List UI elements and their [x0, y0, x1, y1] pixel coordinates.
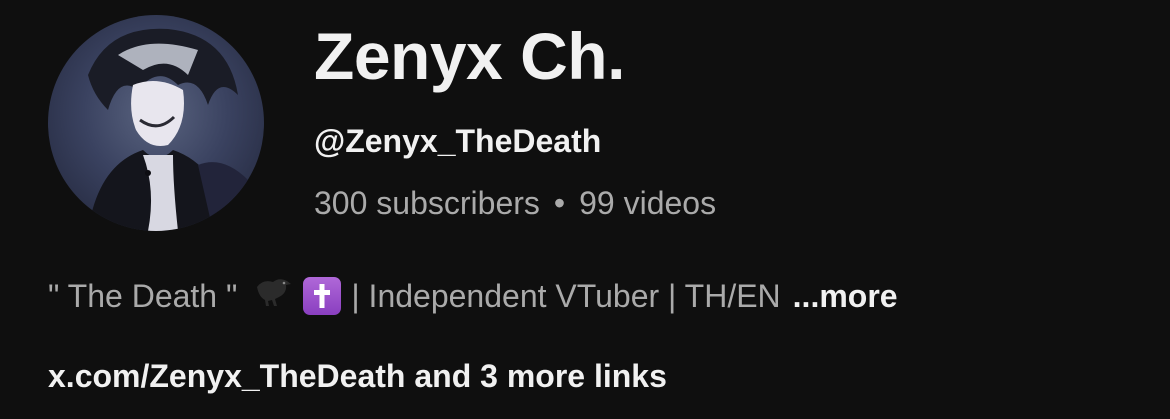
stats-separator: •: [553, 185, 566, 221]
channel-name: Zenyx Ch.: [314, 19, 625, 93]
channel-avatar[interactable]: [48, 15, 264, 231]
crow-icon: [253, 273, 293, 318]
more-button[interactable]: ...more: [793, 276, 898, 316]
channel-description[interactable]: " The Death " | Independent VTuber | TH/…: [48, 273, 898, 318]
latin-cross-icon: [303, 276, 342, 315]
avatar-illustration: [88, 28, 248, 231]
description-text-end: | Independent VTuber | TH/EN: [351, 277, 781, 314]
description-text-start: " The Death ": [48, 277, 238, 314]
channel-handle: @Zenyx_TheDeath: [314, 123, 602, 159]
video-count: 99 videos: [579, 185, 717, 221]
channel-stats: 300 subscribers • 99 videos: [314, 183, 716, 223]
subscriber-count: 300 subscribers: [314, 185, 540, 221]
channel-links[interactable]: x.com/Zenyx_TheDeath and 3 more links: [48, 356, 667, 396]
